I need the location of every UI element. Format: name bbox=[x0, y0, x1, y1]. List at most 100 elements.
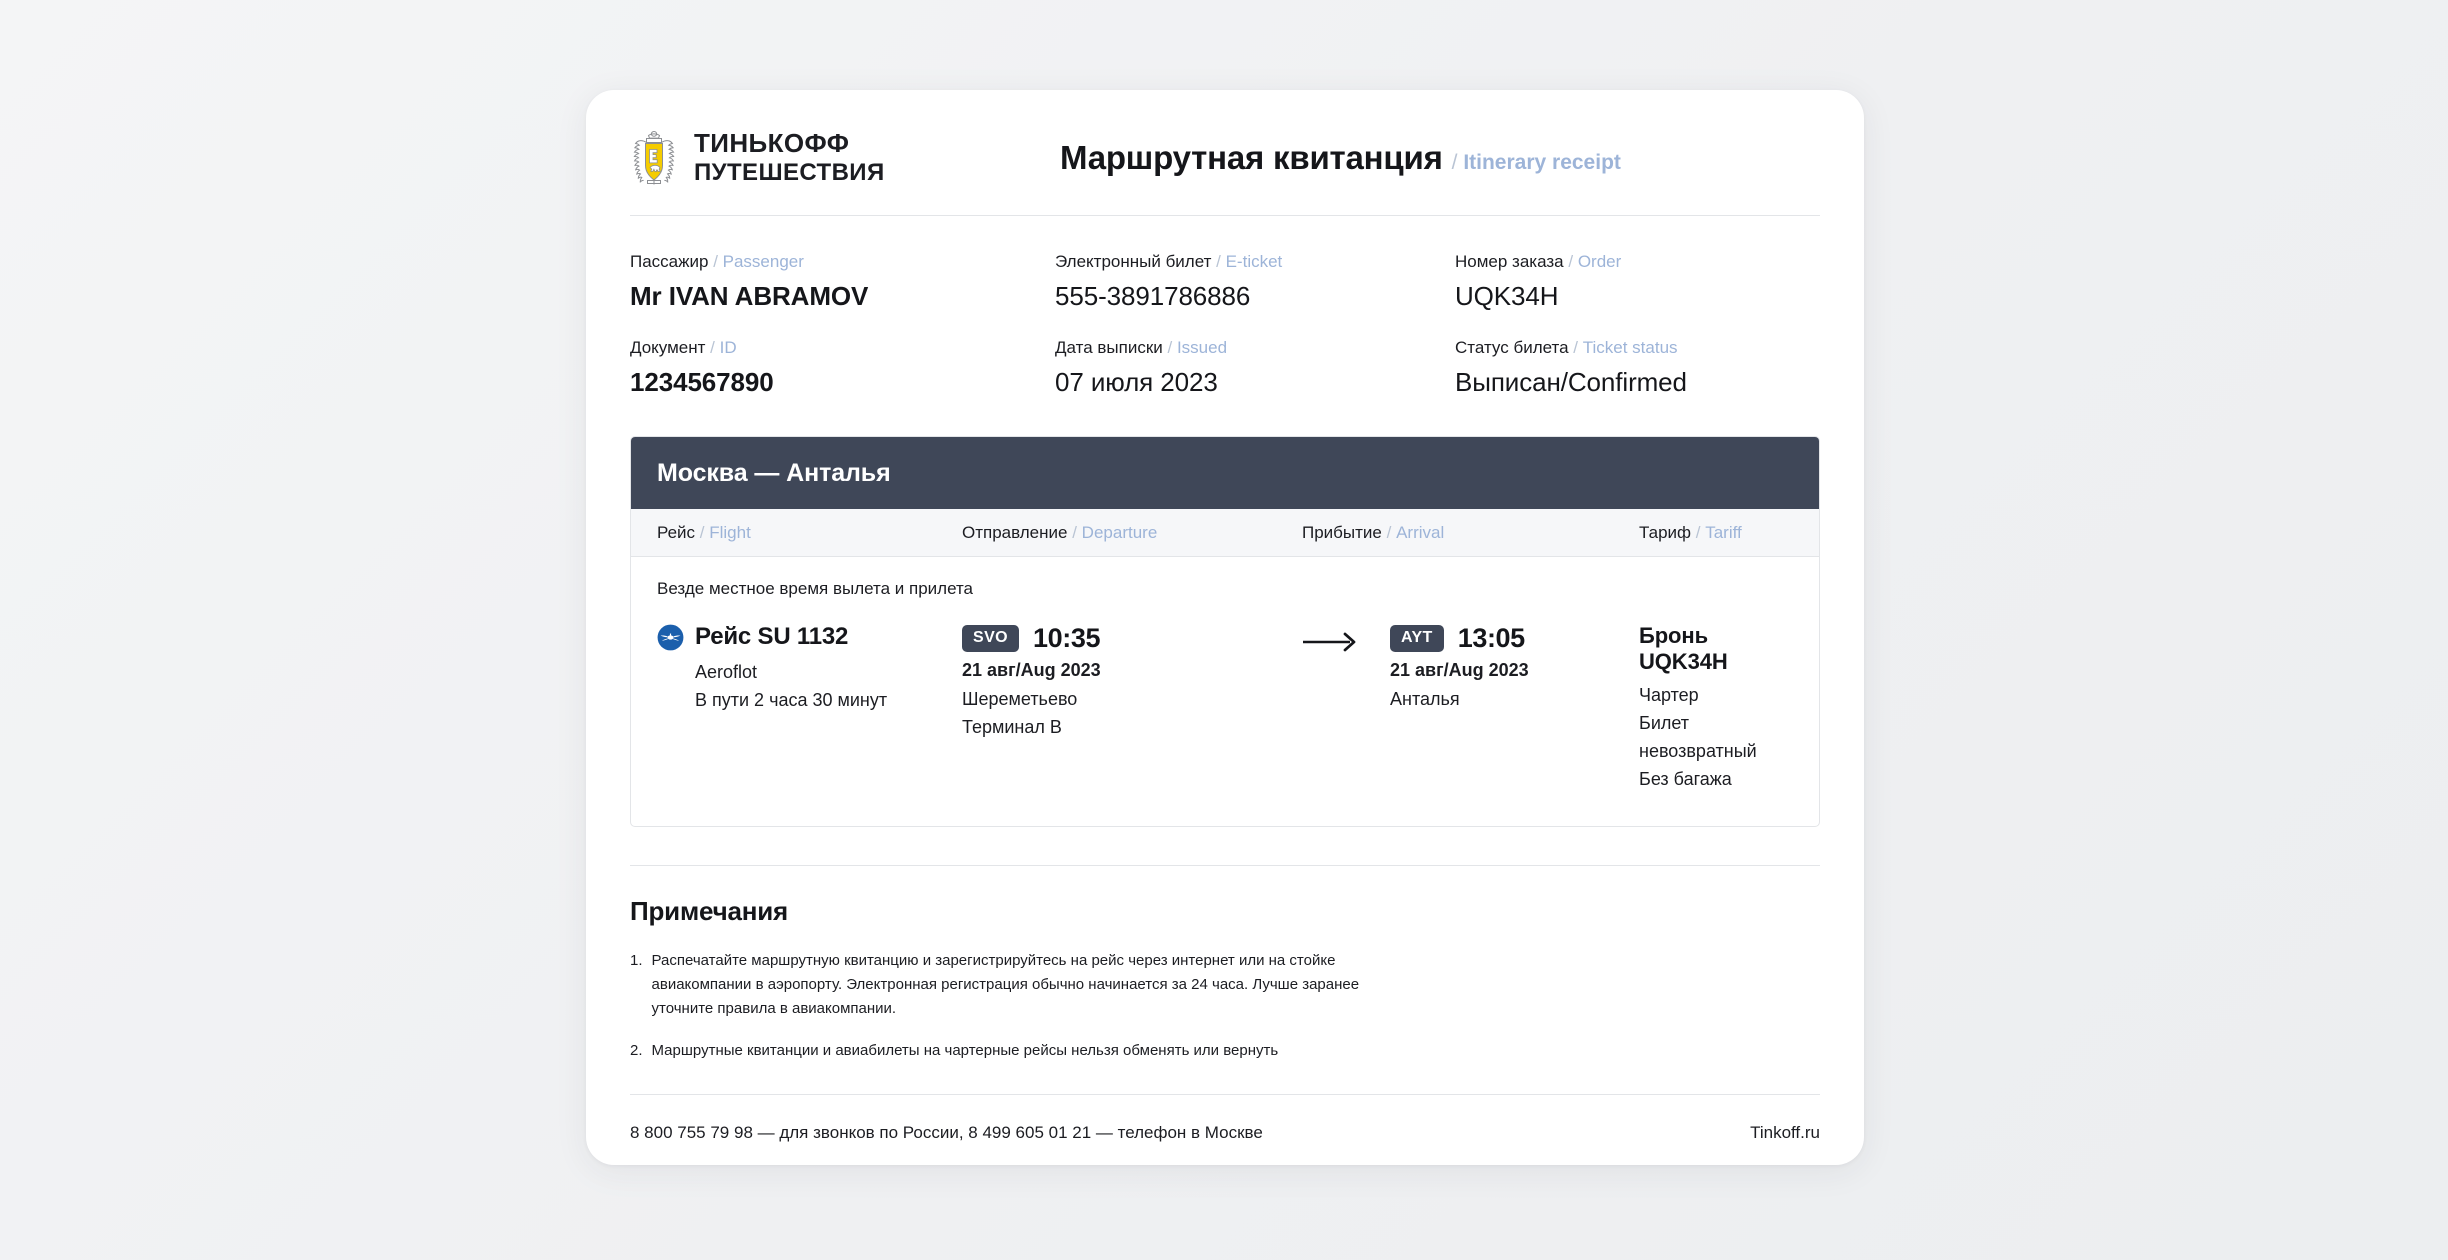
note-text: Маршрутные квитанции и авиабилеты на чар… bbox=[651, 1042, 1279, 1060]
tariff-type: Чартер bbox=[1639, 685, 1699, 705]
footer-site[interactable]: Tinkoff.ru bbox=[1750, 1123, 1820, 1143]
route-arrow-wrap bbox=[1302, 623, 1360, 794]
info-label-document: Документ / ID bbox=[630, 338, 737, 357]
flight-cell-tariff: Бронь UQK34H Чартер Билет невозвратный Б… bbox=[1639, 623, 1793, 794]
note-number: 2. bbox=[630, 1042, 643, 1060]
notes-section: Примечания 1. Распечатайте маршрутную кв… bbox=[630, 866, 1820, 1064]
receipt-footer: 8 800 755 79 98 — для звонков по России,… bbox=[630, 1095, 1820, 1143]
column-header-tariff: Тариф / Tariff bbox=[1639, 522, 1742, 542]
flight-duration: В пути 2 часа 30 минут bbox=[695, 689, 888, 710]
flight-cell-departure: SVO 10:35 21 авг/Aug 2023 Шереметьево Те… bbox=[962, 623, 1302, 794]
departure-time-row: SVO 10:35 bbox=[962, 623, 1302, 654]
info-field-document: Документ / ID 1234567890 bbox=[630, 338, 1055, 398]
info-value-eticket: 555-3891786886 bbox=[1055, 281, 1251, 311]
departure-terminal: Терминал B bbox=[962, 716, 1062, 737]
column-header-flight: Рейс / Flight bbox=[657, 522, 751, 542]
info-value-issued: 07 июля 2023 bbox=[1055, 367, 1218, 397]
page-title: Маршрутная квитанция / Itinerary receipt bbox=[1060, 139, 1621, 177]
info-label-passenger: Пассажир / Passenger bbox=[630, 252, 804, 271]
flight-number-row: Рейс SU 1132 bbox=[657, 623, 962, 651]
column-header-tariff-ru: Тариф bbox=[1639, 522, 1692, 542]
info-field-passenger: Пассажир / Passenger Mr IVAN ABRAMOV bbox=[630, 252, 1055, 312]
info-field-order: Номер заказа / Order UQK34H bbox=[1455, 252, 1820, 312]
column-header-departure: Отправление / Departure bbox=[962, 522, 1158, 542]
itinerary-receipt-card: ТИНЬКОФФ ПУТЕШЕСТВИЯ Маршрутная квитанци… bbox=[586, 90, 1864, 1165]
info-label-issued-ru: Дата выписки bbox=[1055, 338, 1163, 357]
column-header-tariff-en: Tariff bbox=[1705, 522, 1742, 542]
page-title-en: / Itinerary receipt bbox=[1452, 151, 1621, 175]
info-value-passenger: Mr IVAN ABRAMOV bbox=[630, 281, 869, 311]
arrival-time-row: AYT 13:05 bbox=[1390, 623, 1529, 654]
column-header-arrival-ru: Прибытие bbox=[1302, 522, 1382, 542]
tariff-booking-code: Бронь UQK34H bbox=[1639, 623, 1728, 674]
route-header-bar: Москва — Анталья bbox=[631, 437, 1819, 509]
brand-line-1: ТИНЬКОФФ bbox=[694, 127, 850, 158]
column-header-flight-en: Flight bbox=[709, 522, 751, 542]
page-title-en-text: Itinerary receipt bbox=[1463, 150, 1621, 174]
info-label-passenger-ru: Пассажир bbox=[630, 252, 709, 271]
info-value-status: Выписан/Confirmed bbox=[1455, 367, 1687, 397]
list-item: 1. Распечатайте маршрутную квитанцию и з… bbox=[630, 949, 1390, 1022]
arrival-airport: Анталья bbox=[1390, 689, 1460, 709]
flight-table: Москва — Анталья Рейс / Flight Отправлен… bbox=[630, 436, 1820, 827]
info-label-issued: Дата выписки / Issued bbox=[1055, 338, 1228, 357]
info-label-order-ru: Номер заказа bbox=[1455, 252, 1564, 271]
arrival-details: AYT 13:05 21 авг/Aug 2023 Анталья bbox=[1390, 623, 1529, 794]
flight-table-column-headers: Рейс / Flight Отправление / Departure Пр… bbox=[631, 509, 1819, 557]
aeroflot-logo-icon bbox=[657, 624, 684, 650]
brand-wordmark: ТИНЬКОФФ ПУТЕШЕСТВИЯ bbox=[694, 127, 885, 187]
arrival-date: 21 авг/Aug 2023 bbox=[1390, 660, 1529, 680]
page-title-ru: Маршрутная квитанция bbox=[1060, 138, 1443, 176]
info-field-issued: Дата выписки / Issued 07 июля 2023 bbox=[1055, 338, 1455, 398]
tinkoff-travel-brand: ТИНЬКОФФ ПУТЕШЕСТВИЯ bbox=[630, 129, 1060, 187]
info-label-order-en: Order bbox=[1577, 252, 1622, 271]
info-label-status-en: Ticket status bbox=[1582, 338, 1678, 357]
column-header-arrival-en: Arrival bbox=[1396, 522, 1445, 542]
flight-cell-arrival: AYT 13:05 21 авг/Aug 2023 Анталья bbox=[1302, 623, 1639, 794]
route-title: Москва — Анталья bbox=[657, 458, 891, 487]
list-item: 2. Маршрутные квитанции и авиабилеты на … bbox=[630, 1039, 1390, 1063]
column-header-departure-ru: Отправление bbox=[962, 522, 1068, 542]
arrival-time: 13:05 bbox=[1457, 623, 1525, 653]
info-value-document: 1234567890 bbox=[630, 367, 774, 397]
info-label-eticket: Электронный билет / E-ticket bbox=[1055, 252, 1283, 271]
info-label-document-en: ID bbox=[719, 338, 737, 357]
page-background: ТИНЬКОФФ ПУТЕШЕСТВИЯ Маршрутная квитанци… bbox=[0, 0, 2448, 1260]
arrow-right-icon bbox=[1303, 632, 1356, 652]
info-label-eticket-ru: Электронный билет bbox=[1055, 252, 1212, 271]
flight-table-body: Везде местное время вылета и прилета Рей… bbox=[631, 557, 1819, 826]
info-label-status-ru: Статус билета bbox=[1455, 338, 1569, 357]
departure-airport: Шереметьево bbox=[962, 689, 1078, 709]
note-text: Распечатайте маршрутную квитанцию и заре… bbox=[651, 951, 1360, 1018]
info-field-eticket: Электронный билет / E-ticket 555-3891786… bbox=[1055, 252, 1455, 312]
info-label-passenger-en: Passenger bbox=[722, 252, 804, 271]
title-separator: / bbox=[1451, 150, 1458, 174]
arrival-iata-badge: AYT bbox=[1390, 625, 1444, 652]
tinkoff-shield-emblem-icon bbox=[633, 130, 675, 184]
tariff-baggage: Без багажа bbox=[1639, 768, 1732, 789]
brand-line-2: ПУТЕШЕСТВИЯ bbox=[694, 159, 885, 187]
flight-cell-flight: Рейс SU 1132 Aeroflot В пути 2 часа 30 м… bbox=[657, 623, 962, 794]
info-label-eticket-en: E-ticket bbox=[1225, 252, 1283, 271]
info-label-document-ru: Документ bbox=[630, 338, 706, 357]
column-header-flight-ru: Рейс bbox=[657, 522, 696, 542]
notes-heading: Примечания bbox=[630, 895, 789, 926]
ticket-info-grid: Пассажир / Passenger Mr IVAN ABRAMOV Эле… bbox=[630, 216, 1820, 436]
info-label-status: Статус билета / Ticket status bbox=[1455, 338, 1678, 357]
local-time-note: Везде местное время вылета и прилета bbox=[657, 579, 974, 598]
footer-phones: 8 800 755 79 98 — для звонков по России,… bbox=[630, 1122, 1263, 1142]
receipt-header: ТИНЬКОФФ ПУТЕШЕСТВИЯ Маршрутная квитанци… bbox=[630, 90, 1820, 215]
departure-iata-badge: SVO bbox=[962, 625, 1019, 652]
departure-date: 21 авг/Aug 2023 bbox=[962, 660, 1101, 680]
info-label-order: Номер заказа / Order bbox=[1455, 252, 1622, 271]
info-label-issued-en: Issued bbox=[1176, 338, 1228, 357]
column-header-arrival: Прибытие / Arrival bbox=[1302, 522, 1445, 542]
info-value-order: UQK34H bbox=[1455, 281, 1559, 311]
flight-airline-name: Aeroflot bbox=[695, 662, 758, 682]
note-number: 1. bbox=[630, 951, 643, 969]
tariff-refund-policy: Билет невозвратный bbox=[1639, 712, 1757, 761]
flight-number: Рейс SU 1132 bbox=[695, 623, 849, 650]
flight-row: Рейс SU 1132 Aeroflot В пути 2 часа 30 м… bbox=[657, 623, 1793, 794]
column-header-departure-en: Departure bbox=[1081, 522, 1158, 542]
info-field-status: Статус билета / Ticket status Выписан/Co… bbox=[1455, 338, 1820, 398]
